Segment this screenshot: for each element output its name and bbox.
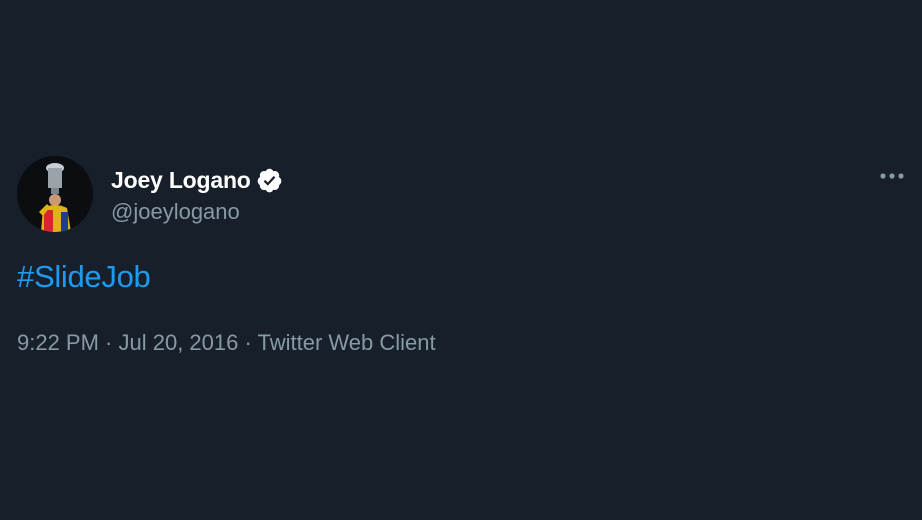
author-names: Joey Logano @joeylogano — [111, 163, 283, 225]
meta-separator: · — [238, 330, 258, 355]
avatar-image — [17, 156, 93, 232]
meta-separator: · — [98, 330, 119, 355]
author-handle[interactable]: @joeylogano — [111, 199, 283, 225]
hashtag-link[interactable]: #SlideJob — [17, 259, 151, 295]
verified-badge-icon — [256, 167, 283, 194]
tweet-card: Joey Logano @joeylogano #SlideJob 9:22 P… — [0, 0, 922, 520]
avatar[interactable] — [17, 156, 93, 232]
tweet-source[interactable]: Twitter Web Client — [258, 330, 436, 355]
tweet-time[interactable]: 9:22 PM — [17, 330, 99, 355]
more-horizontal-icon[interactable] — [878, 166, 906, 186]
tweet-metadata: 9:22 PM · Jul 20, 2016 · Twitter Web Cli… — [17, 330, 436, 356]
tweet-date[interactable]: Jul 20, 2016 — [119, 330, 239, 355]
display-name-row: Joey Logano — [111, 163, 283, 197]
tweet-header: Joey Logano @joeylogano — [17, 156, 283, 232]
display-name[interactable]: Joey Logano — [111, 167, 251, 194]
